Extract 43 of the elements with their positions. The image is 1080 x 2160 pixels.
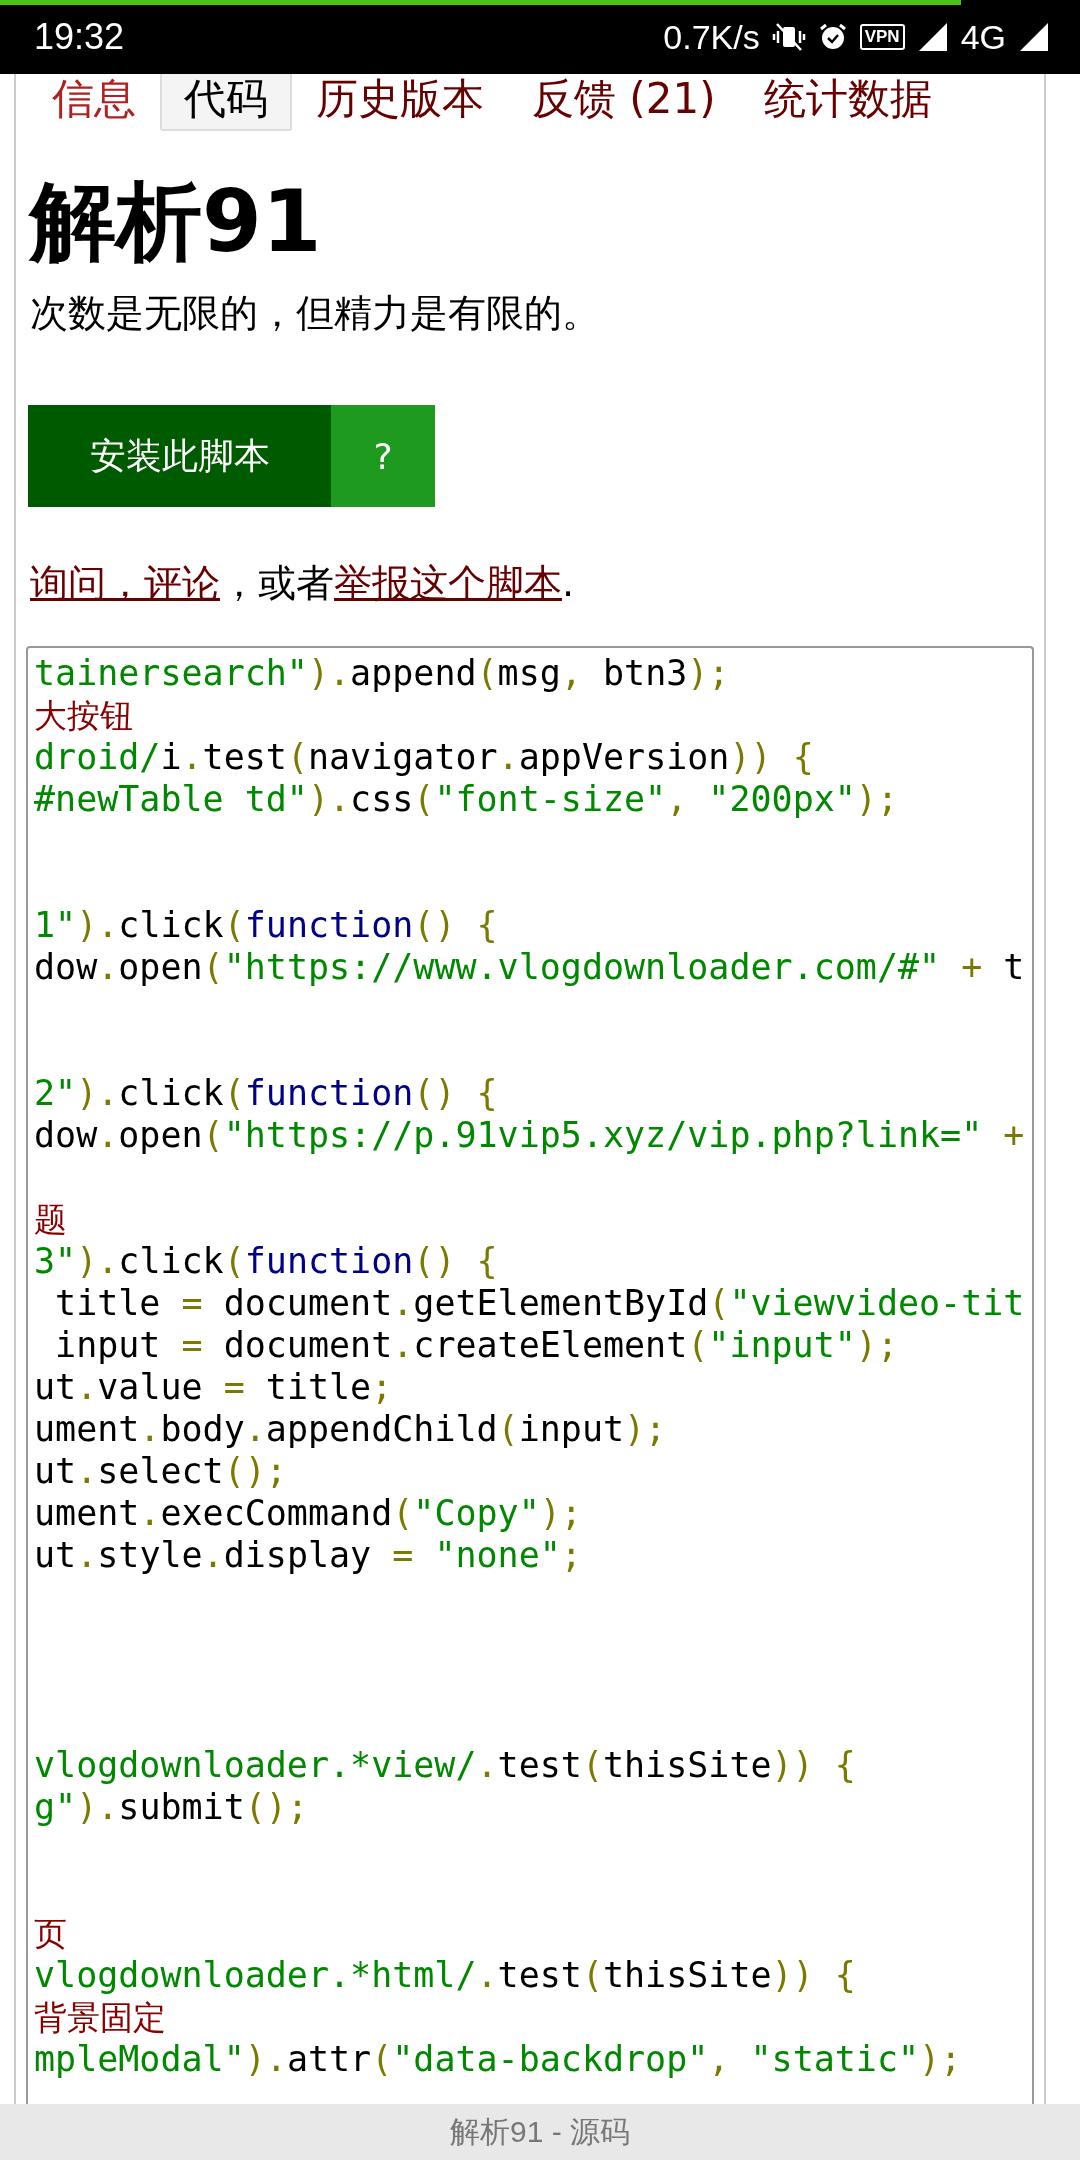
network-speed: 0.7K/s	[663, 17, 760, 57]
help-button[interactable]: ?	[331, 405, 435, 507]
vibrate-off-icon	[771, 22, 806, 52]
code-line: ut.value = title;	[34, 1366, 393, 1408]
code-line: g").submit();	[34, 1786, 308, 1828]
code-line: 2").click(function() {	[34, 1072, 498, 1114]
link[interactable]: 举报这个脚本	[334, 561, 562, 605]
code-line: dow.open("https://p.91vip5.xyz/vip.php?link=" +	[34, 1114, 1025, 1156]
code-line: vlogdownloader.*html/.test(thisSite)) {	[34, 1954, 856, 1996]
tab[interactable]: 历史版本	[292, 74, 508, 131]
install-button[interactable]: 安装此脚本	[28, 405, 331, 507]
clock-time: 19:32	[34, 16, 125, 58]
code-line: dow.open("https://www.vlogdownloader.com/#" + t	[34, 946, 1025, 988]
tab[interactable]: 统计数据	[739, 74, 956, 131]
code-line: ut.select();	[34, 1450, 287, 1492]
alarm-icon	[817, 22, 848, 52]
tab[interactable]: 信息	[28, 74, 160, 131]
page-caption: 解析91 - 源码	[450, 2113, 630, 2150]
vpn-badge: VPN	[859, 24, 905, 50]
code-line: ument.body.appendChild(input);	[34, 1408, 667, 1450]
code-line: input = document.createElement("input");	[54, 1324, 898, 1366]
code-line: 大按钮	[34, 695, 133, 737]
tab[interactable]: 代码	[160, 74, 292, 131]
feedback-sentence: 询问，评论，或者举报这个脚本.	[30, 560, 576, 607]
code-line: ut.style.display = "none";	[34, 1534, 582, 1576]
script-description: 次数是无限的，但精力是有限的。	[30, 290, 601, 337]
code-line: vlogdownloader.*view/.test(thisSite)) {	[34, 1744, 856, 1786]
code-line: 3").click(function() {	[34, 1240, 498, 1282]
code-line: mpleModal").attr("data-backdrop", "static");	[34, 2038, 962, 2080]
code-line: 页	[34, 1913, 67, 1955]
link[interactable]: 询问，评论	[30, 561, 220, 605]
network-type: 4G	[960, 17, 1006, 57]
code-line: 题	[34, 1199, 67, 1241]
script-title: 解析91	[30, 171, 323, 271]
code-line: title = document.getElementById("viewvideo-tit	[54, 1282, 1025, 1324]
code-line: droid/i.test(navigator.appVersion)) {	[34, 736, 814, 778]
signal-icon	[1018, 21, 1050, 53]
tab[interactable]: 反馈 (21)	[508, 74, 740, 131]
code-line: tainersearch").append(msg, btn3);	[34, 652, 730, 694]
code-line: 背景固定	[34, 1997, 166, 2039]
code-line: ument.execCommand("Copy");	[34, 1492, 582, 1534]
code-line: #newTable td").css("font-size", "200px");	[34, 778, 898, 820]
code-line: 1").click(function() {	[34, 904, 498, 946]
